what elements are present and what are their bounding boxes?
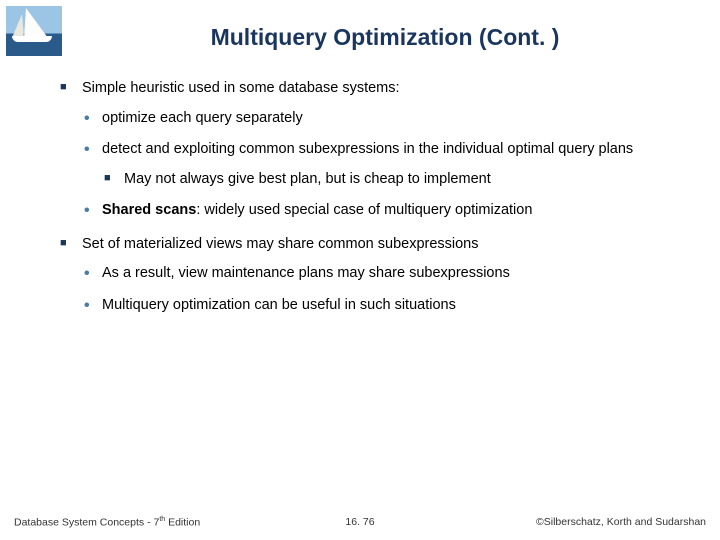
text: Database System Concepts - 7 xyxy=(14,516,159,528)
footer-right: ©Silberschatz, Korth and Sudarshan xyxy=(536,516,706,528)
bullet-lvl1: Simple heuristic used in some database s… xyxy=(60,79,690,221)
footer: Database System Concepts - 7th Edition 1… xyxy=(0,516,720,529)
text: As a result, view maintenance plans may … xyxy=(102,265,510,281)
text: Edition xyxy=(165,516,200,528)
text: Multiquery optimization can be useful in… xyxy=(102,297,456,313)
bullet-lvl1: Set of materialized views may share comm… xyxy=(60,235,690,316)
text: detect and exploiting common subexpressi… xyxy=(102,141,633,157)
bullet-lvl2: As a result, view maintenance plans may … xyxy=(82,264,690,284)
slide-body: Simple heuristic used in some database s… xyxy=(20,79,700,316)
hull-icon xyxy=(12,36,52,42)
text: Set of materialized views may share comm… xyxy=(82,236,479,252)
text: Simple heuristic used in some database s… xyxy=(82,80,400,96)
text-strong: Shared scans xyxy=(102,202,196,218)
bullet-lvl2: Multiquery optimization can be useful in… xyxy=(82,296,690,316)
text: May not always give best plan, but is ch… xyxy=(124,171,491,187)
footer-left: Database System Concepts - 7th Edition xyxy=(14,516,200,529)
sail-icon xyxy=(12,14,24,38)
text: optimize each query separately xyxy=(102,110,303,126)
footer-center: 16. 76 xyxy=(345,516,374,528)
text: : widely used special case of multiquery… xyxy=(196,202,532,218)
logo-sailboat xyxy=(6,6,62,56)
bullet-lvl3: May not always give best plan, but is ch… xyxy=(102,170,690,190)
bullet-lvl2: optimize each query separately xyxy=(82,109,690,129)
sail-icon xyxy=(24,8,48,38)
bullet-lvl2: detect and exploiting common subexpressi… xyxy=(82,140,690,189)
slide-number: 16. 76 xyxy=(345,516,374,528)
slide: Multiquery Optimization (Cont. ) Simple … xyxy=(0,0,720,540)
slide-title: Multiquery Optimization (Cont. ) xyxy=(70,24,700,51)
copyright: ©Silberschatz, Korth and Sudarshan xyxy=(536,516,706,528)
bullet-lvl2: Shared scans: widely used special case o… xyxy=(82,201,690,221)
